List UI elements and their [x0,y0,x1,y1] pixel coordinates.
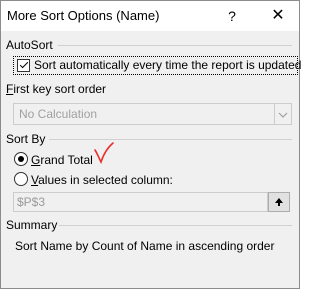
autosort-checkbox-row[interactable]: Sort automatically every time the report… [13,56,302,75]
collapse-dialog-button[interactable] [268,192,290,212]
autosort-heading: AutoSort [6,38,53,52]
sort-by-divider [49,139,292,140]
summary-heading: Summary [6,218,58,232]
close-button[interactable]: ✕ [266,4,290,28]
column-reference-input[interactable]: $P$3 [13,192,268,212]
sort-by-heading: Sort By [6,132,46,146]
autosort-checkbox[interactable] [17,59,30,72]
title-bar: More Sort Options (Name) ? ✕ [1,1,299,31]
dialog-title: More Sort Options (Name) [7,8,160,23]
first-key-heading-rest: irst key sort order [13,82,107,96]
collapse-dialog-icon [275,198,283,207]
autosort-divider [58,45,292,46]
grand-total-label[interactable]: Grand Total [31,153,93,167]
radio-selected-dot [18,156,24,162]
grand-total-accel: G [31,153,41,167]
first-key-sort-order-select[interactable]: No Calculation [13,103,292,125]
autosort-checkbox-label: Sort automatically every time the report… [34,58,302,72]
help-button[interactable]: ? [221,4,243,28]
first-key-heading: First key sort order [6,82,106,96]
chevron-down-icon[interactable] [274,104,291,124]
grand-total-radio[interactable] [14,152,28,166]
checkmark-icon [19,59,29,69]
values-in-column-label[interactable]: Values in selected column: [31,173,173,187]
values-in-column-radio[interactable] [14,172,28,186]
first-key-selected-value: No Calculation [19,107,98,121]
column-reference-value: $P$3 [17,195,46,209]
summary-text: Sort Name by Count of Name in ascending … [15,239,275,253]
grand-total-rest: rand Total [40,153,93,167]
red-checkmark-annotation [94,142,114,165]
summary-divider [59,225,292,226]
values-rest: alues in selected column: [38,173,173,187]
more-sort-options-dialog: More Sort Options (Name) ? ✕ AutoSort So… [0,0,302,289]
